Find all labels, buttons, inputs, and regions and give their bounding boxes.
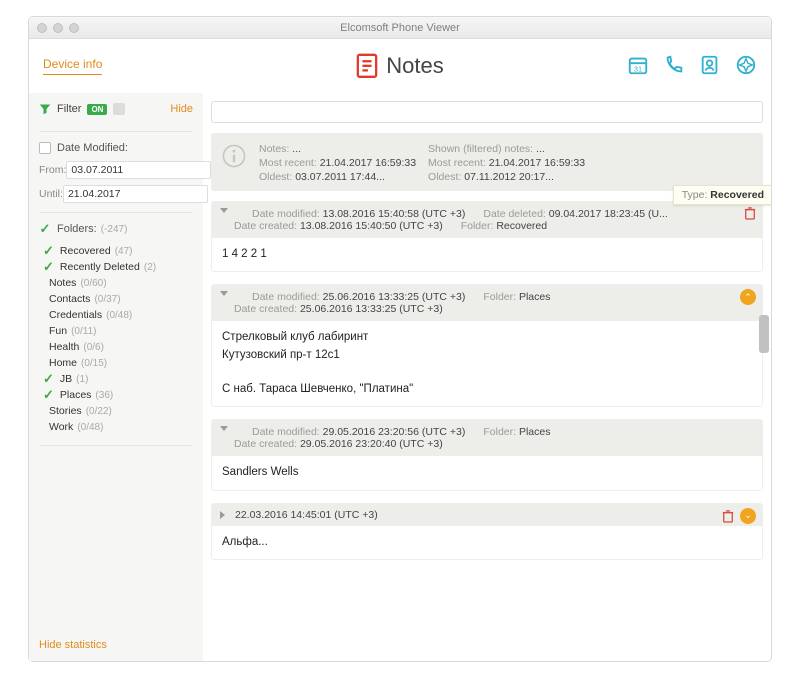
date-until-input[interactable]: [63, 185, 208, 203]
trash-icon[interactable]: [722, 509, 734, 523]
folder-count: (0/6): [83, 342, 104, 353]
folder-count: (1): [76, 374, 88, 385]
note-body: 1 4 2 2 1: [212, 238, 762, 271]
note-body: Sandlers Wells: [212, 456, 762, 489]
folder-name: Notes: [49, 277, 76, 289]
folder-name: Recently Deleted: [60, 261, 140, 273]
filter-icon: [39, 103, 51, 115]
calls-icon[interactable]: [663, 54, 685, 79]
check-icon[interactable]: ✓: [43, 246, 54, 256]
topbar: Device info Notes 31: [29, 39, 771, 93]
notes-icon: [356, 53, 378, 79]
folder-count: (0/15): [81, 358, 107, 369]
folder-row[interactable]: ✓ JB (1): [43, 371, 193, 387]
note-card[interactable]: Date modified: 25.06.2016 13:33:25 (UTC …: [211, 284, 763, 407]
folder-name: Fun: [49, 325, 67, 337]
folder-count: (0/22): [86, 406, 112, 417]
folder-name: Home: [49, 357, 77, 369]
contacts-icon[interactable]: [699, 54, 721, 79]
date-modified-section[interactable]: Date Modified:: [39, 142, 193, 154]
date-until-label: Until:: [39, 188, 63, 200]
sidebar: Filter ON Hide Date Modified: From: Unti…: [29, 93, 203, 661]
date-from-label: From:: [39, 164, 66, 176]
note-card[interactable]: Date modified: 29.05.2016 23:20:56 (UTC …: [211, 419, 763, 490]
folder-row[interactable]: Stories (0/22): [43, 403, 193, 419]
folder-count: (0/60): [80, 278, 106, 289]
filter-toggle-handle[interactable]: [113, 103, 125, 115]
folder-row[interactable]: ✓ Recently Deleted (2): [43, 259, 193, 275]
folder-row[interactable]: Credentials (0/48): [43, 307, 193, 323]
svg-text:31: 31: [634, 64, 642, 73]
folder-name: Credentials: [49, 309, 102, 321]
folder-row[interactable]: ✓ Recovered (47): [43, 243, 193, 259]
folders-count: (-247): [101, 224, 128, 235]
main-pane: Notes: ... Most recent: 21.04.2017 16:59…: [203, 93, 771, 661]
folder-row[interactable]: Contacts (0/37): [43, 291, 193, 307]
folder-count: (36): [95, 390, 113, 401]
folder-name: Contacts: [49, 293, 90, 305]
minimize-icon[interactable]: [53, 23, 63, 33]
folder-name: JB: [60, 373, 72, 385]
window-title: Elcomsoft Phone Viewer: [29, 22, 771, 34]
filter-toggle[interactable]: ON: [87, 104, 107, 115]
type-tooltip: Type: Recovered: [673, 185, 771, 205]
folder-count: (2): [144, 262, 156, 273]
check-icon[interactable]: ✓: [43, 374, 54, 384]
check-icon[interactable]: ✓: [39, 223, 51, 235]
device-info-link[interactable]: Device info: [43, 57, 102, 75]
check-icon[interactable]: ✓: [43, 262, 54, 272]
note-body: Альфа...: [212, 526, 762, 559]
check-icon[interactable]: ✓: [43, 390, 54, 400]
folder-count: (47): [115, 246, 133, 257]
folder-row[interactable]: ✓ Places (36): [43, 387, 193, 403]
folder-count: (0/48): [106, 310, 132, 321]
close-icon[interactable]: [37, 23, 47, 33]
trash-icon[interactable]: [744, 206, 756, 220]
folder-row[interactable]: Health (0/6): [43, 339, 193, 355]
page-title: Notes: [386, 53, 443, 79]
traffic-lights: [29, 23, 79, 33]
date-from-input[interactable]: [66, 161, 211, 179]
zoom-icon[interactable]: [69, 23, 79, 33]
folder-row[interactable]: Fun (0/11): [43, 323, 193, 339]
note-card[interactable]: 22.03.2016 14:45:01 (UTC +3) ⌄ Альфа...: [211, 503, 763, 560]
folder-name: Work: [49, 421, 73, 433]
checkbox-icon[interactable]: [39, 142, 51, 154]
note-body: Стрелковый клуб лабиринтКутузовский пр-т…: [212, 321, 762, 406]
expand-icon[interactable]: ⌄: [740, 508, 756, 524]
info-icon: [221, 143, 247, 169]
statistics-panel: Notes: ... Most recent: 21.04.2017 16:59…: [211, 133, 763, 191]
collapse-icon[interactable]: ⌃: [740, 289, 756, 305]
app-window: Elcomsoft Phone Viewer Device info Notes…: [28, 16, 772, 662]
folder-count: (0/11): [71, 326, 96, 337]
folder-count: (0/48): [77, 422, 103, 433]
search-input[interactable]: [211, 101, 763, 123]
folder-count: (0/37): [94, 294, 120, 305]
folder-row[interactable]: Work (0/48): [43, 419, 193, 435]
date-modified-label: Date Modified:: [57, 142, 128, 154]
calendar-icon[interactable]: 31: [627, 54, 649, 79]
note-card[interactable]: Date modified: 13.08.2016 15:40:58 (UTC …: [211, 201, 763, 272]
folders-label: Folders:: [57, 223, 97, 235]
hide-statistics-link[interactable]: Hide statistics: [39, 639, 107, 651]
filter-bar: Filter ON Hide: [39, 103, 193, 115]
compass-icon[interactable]: [735, 54, 757, 79]
filter-hide-link[interactable]: Hide: [170, 103, 193, 115]
folder-name: Health: [49, 341, 79, 353]
filter-label: Filter: [57, 103, 81, 115]
folder-name: Stories: [49, 405, 82, 417]
folder-name: Recovered: [60, 245, 111, 257]
folder-row[interactable]: Home (0/15): [43, 355, 193, 371]
folders-section[interactable]: ✓ Folders: (-247): [39, 223, 193, 235]
folder-name: Places: [60, 389, 92, 401]
folder-row[interactable]: Notes (0/60): [43, 275, 193, 291]
scrollbar-thumb[interactable]: [759, 315, 769, 353]
titlebar: Elcomsoft Phone Viewer: [29, 17, 771, 39]
